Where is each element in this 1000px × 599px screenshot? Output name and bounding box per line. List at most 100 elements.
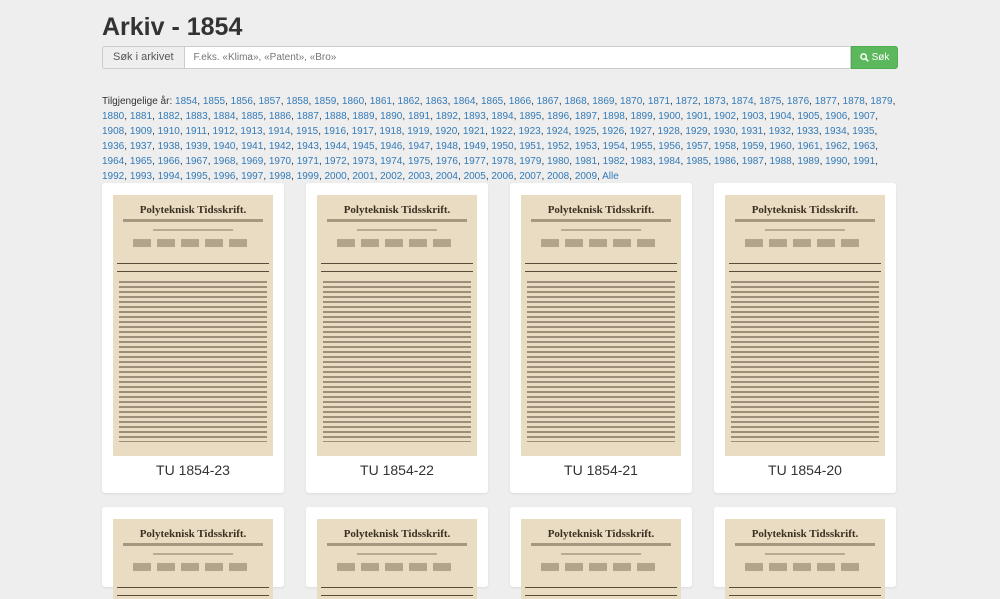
year-link[interactable]: 1923 <box>518 126 540 137</box>
issue-card[interactable]: Polyteknisk Tidsskrift. TU 1854-22 <box>306 183 488 493</box>
year-link[interactable]: 1882 <box>158 111 180 122</box>
year-link[interactable]: 1904 <box>770 111 792 122</box>
year-link[interactable]: 1855 <box>203 96 225 107</box>
year-link[interactable]: 1984 <box>658 156 680 167</box>
year-link[interactable]: 1857 <box>258 96 280 107</box>
year-link[interactable]: 1871 <box>648 96 670 107</box>
year-link[interactable]: 1887 <box>297 111 319 122</box>
year-link[interactable]: 1938 <box>158 141 180 152</box>
issue-thumbnail[interactable]: Polyteknisk Tidsskrift. <box>521 195 681 456</box>
issue-thumbnail[interactable]: Polyteknisk Tidsskrift. <box>521 519 681 599</box>
year-link[interactable]: 2001 <box>352 171 374 182</box>
year-link[interactable]: 1905 <box>797 111 819 122</box>
year-link[interactable]: 1909 <box>130 126 152 137</box>
issue-card[interactable]: Polyteknisk Tidsskrift. TU 1854-21 <box>510 183 692 493</box>
year-link[interactable]: 1913 <box>240 126 262 137</box>
year-link[interactable]: 2009 <box>575 171 597 182</box>
issue-card[interactable]: Polyteknisk Tidsskrift. <box>510 507 692 599</box>
year-link[interactable]: 1941 <box>241 141 263 152</box>
year-link[interactable]: 1990 <box>825 156 847 167</box>
year-link[interactable]: 1944 <box>325 141 347 152</box>
year-link[interactable]: 1930 <box>713 126 735 137</box>
year-link[interactable]: 1940 <box>213 141 235 152</box>
year-link[interactable]: 1965 <box>130 156 152 167</box>
year-link[interactable]: 1954 <box>603 141 625 152</box>
issue-thumbnail[interactable]: Polyteknisk Tidsskrift. <box>725 195 885 456</box>
year-link[interactable]: 1860 <box>342 96 364 107</box>
year-link[interactable]: 1929 <box>685 126 707 137</box>
year-link[interactable]: 1874 <box>731 96 753 107</box>
year-link[interactable]: 1862 <box>398 96 420 107</box>
year-link[interactable]: 1933 <box>797 126 819 137</box>
year-link[interactable]: 1970 <box>269 156 291 167</box>
year-link[interactable]: 1865 <box>481 96 503 107</box>
year-link[interactable]: 1956 <box>658 141 680 152</box>
year-link[interactable]: 1952 <box>547 141 569 152</box>
year-link[interactable]: 1886 <box>269 111 291 122</box>
year-link[interactable]: 1974 <box>380 156 402 167</box>
year-link[interactable]: 1966 <box>158 156 180 167</box>
year-link[interactable]: 2003 <box>408 171 430 182</box>
year-link[interactable]: 1958 <box>714 141 736 152</box>
year-link[interactable]: 1983 <box>630 156 652 167</box>
year-link[interactable]: 1863 <box>425 96 447 107</box>
issue-card[interactable]: Polyteknisk Tidsskrift. <box>714 507 896 599</box>
year-link[interactable]: 1959 <box>742 141 764 152</box>
year-link[interactable]: 1946 <box>380 141 402 152</box>
year-link[interactable]: 1879 <box>870 96 892 107</box>
year-link[interactable]: 1950 <box>491 141 513 152</box>
year-link[interactable]: 1854 <box>175 96 197 107</box>
year-link[interactable]: 1968 <box>213 156 235 167</box>
year-link[interactable]: 1910 <box>158 126 180 137</box>
issue-label[interactable]: TU 1854-23 <box>102 462 284 478</box>
year-link[interactable]: 1903 <box>742 111 764 122</box>
year-link[interactable]: 1967 <box>185 156 207 167</box>
year-link[interactable]: 1939 <box>185 141 207 152</box>
issue-thumbnail[interactable]: Polyteknisk Tidsskrift. <box>113 195 273 456</box>
year-link[interactable]: 1949 <box>464 141 486 152</box>
year-link[interactable]: 1972 <box>325 156 347 167</box>
year-link[interactable]: 1885 <box>241 111 263 122</box>
year-link[interactable]: 1898 <box>603 111 625 122</box>
year-link[interactable]: 1991 <box>853 156 875 167</box>
year-link[interactable]: 1986 <box>714 156 736 167</box>
year-link[interactable]: 1892 <box>436 111 458 122</box>
year-link[interactable]: 1881 <box>130 111 152 122</box>
year-link[interactable]: 2007 <box>519 171 541 182</box>
year-link[interactable]: 1884 <box>213 111 235 122</box>
year-link[interactable]: 1935 <box>852 126 874 137</box>
year-link[interactable]: 1962 <box>825 141 847 152</box>
year-link[interactable]: 1912 <box>213 126 235 137</box>
year-link[interactable]: 1996 <box>213 171 235 182</box>
year-link[interactable]: 1866 <box>509 96 531 107</box>
year-link[interactable]: 1979 <box>519 156 541 167</box>
year-link[interactable]: 1877 <box>815 96 837 107</box>
year-link[interactable]: 1924 <box>546 126 568 137</box>
year-link[interactable]: 1994 <box>158 171 180 182</box>
year-link[interactable]: 1947 <box>408 141 430 152</box>
issue-thumbnail[interactable]: Polyteknisk Tidsskrift. <box>317 195 477 456</box>
year-link[interactable]: 1894 <box>491 111 513 122</box>
year-link[interactable]: 1915 <box>296 126 318 137</box>
year-link[interactable]: 1992 <box>102 171 124 182</box>
issue-card[interactable]: Polyteknisk Tidsskrift. TU 1854-20 <box>714 183 896 493</box>
year-link[interactable]: 1980 <box>547 156 569 167</box>
year-link[interactable]: 1914 <box>268 126 290 137</box>
year-link[interactable]: 1942 <box>269 141 291 152</box>
year-link[interactable]: 1899 <box>630 111 652 122</box>
year-link[interactable]: 1918 <box>379 126 401 137</box>
year-link[interactable]: 1926 <box>602 126 624 137</box>
year-link[interactable]: 1868 <box>564 96 586 107</box>
year-link[interactable]: 1880 <box>102 111 124 122</box>
year-link[interactable]: 1955 <box>630 141 652 152</box>
year-link[interactable]: 1943 <box>297 141 319 152</box>
year-link[interactable]: 1891 <box>408 111 430 122</box>
year-link[interactable]: 1859 <box>314 96 336 107</box>
year-link[interactable]: 1893 <box>464 111 486 122</box>
year-link[interactable]: 2000 <box>325 171 347 182</box>
year-link[interactable]: 1919 <box>407 126 429 137</box>
year-link[interactable]: 2004 <box>436 171 458 182</box>
year-link[interactable]: 1889 <box>352 111 374 122</box>
year-link[interactable]: 1925 <box>574 126 596 137</box>
year-link[interactable]: 1988 <box>770 156 792 167</box>
